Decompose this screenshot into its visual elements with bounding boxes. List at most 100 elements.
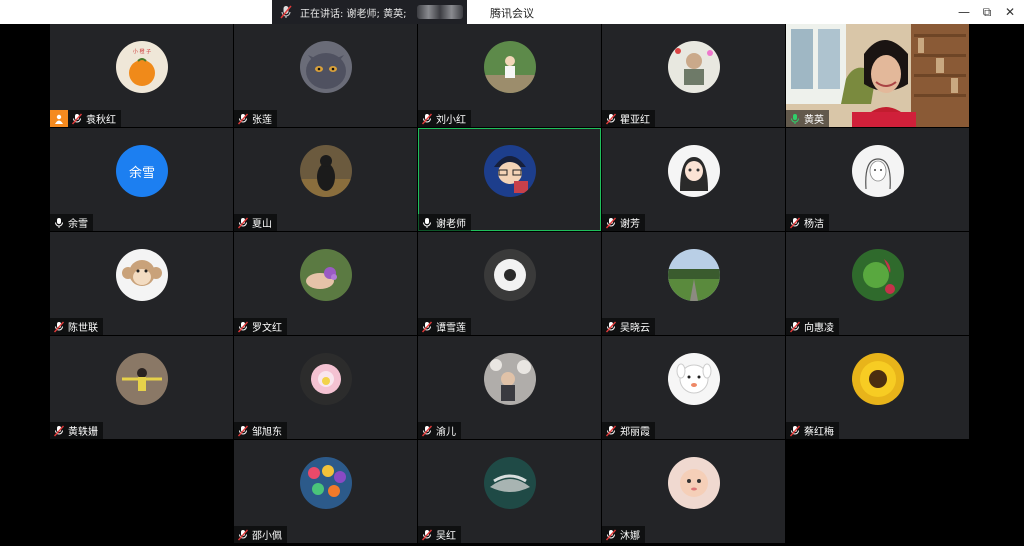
host-icon [50,110,68,127]
muted-mic-icon [237,113,249,125]
muted-mic-icon [421,113,433,125]
participant-tile[interactable]: 谢芳 [602,128,785,231]
speaking-indicator: 正在讲话: 谢老师; 黄英; [272,0,467,24]
name-tag: 余雪 [50,214,93,231]
participant-name: 谢老师 [436,219,466,230]
muted-mic-icon [237,425,249,437]
avatar [852,353,904,405]
name-tag: 陈世联 [50,318,103,335]
mic-icon [53,217,65,229]
avatar [668,249,720,301]
avatar [852,249,904,301]
avatar [668,145,720,197]
muted-mic-icon [53,425,65,437]
participant-name: 刘小红 [436,115,466,126]
participant-tile[interactable]: 蔡红梅 [786,336,969,439]
muted-mic-icon [605,425,617,437]
close-button[interactable]: ✕ [1002,4,1018,20]
participant-tile[interactable]: 瞿亚红 [602,24,785,127]
participant-name: 邹旭东 [252,427,282,438]
participant-name: 余雪 [68,219,88,230]
participant-name: 瞿亚红 [620,115,650,126]
participant-tile[interactable]: 杨洁 [786,128,969,231]
participant-name: 吴晓云 [620,323,650,334]
participant-tile[interactable]: 郑丽霞 [602,336,785,439]
avatar [116,353,168,405]
name-tag: 向惠凌 [786,318,839,335]
avatar [300,145,352,197]
avatar [484,457,536,509]
name-tag: 黄英 [786,110,829,127]
muted-mic-icon [421,321,433,333]
app-title: 腾讯会议 [490,7,534,20]
avatar [484,249,536,301]
name-tag: 谢芳 [602,214,645,231]
participant-name: 谢芳 [620,219,640,230]
avatar [300,457,352,509]
avatar [300,41,352,93]
blurred-region [417,5,463,19]
name-tag: 瞿亚红 [602,110,655,127]
participant-tile[interactable]: 小 橙 子袁秋红 [50,24,233,127]
participant-tile[interactable]: 余雪 余雪 [50,128,233,231]
participant-tile[interactable]: 黄轶姗 [50,336,233,439]
participant-name: 向惠凌 [804,323,834,334]
participant-tile[interactable]: 黄英 [786,24,969,127]
participant-tile[interactable]: 罗文红 [234,232,417,335]
participant-tile[interactable]: 吴红 [418,440,601,543]
muted-mic-icon [71,113,83,125]
participant-name: 沐娜 [620,531,640,542]
name-tag: 罗文红 [234,318,287,335]
name-tag: 吴红 [418,526,461,543]
participant-name: 黄轶姗 [68,427,98,438]
name-tag: 袁秋红 [50,110,121,127]
title-bar: 正在讲话: 谢老师; 黄英; 腾讯会议 — ⧉ ✕ [0,0,1024,24]
participant-tile[interactable]: 吴晓云 [602,232,785,335]
muted-mic-icon [280,5,292,19]
name-tag: 蔡红梅 [786,422,839,439]
avatar [852,145,904,197]
restore-button[interactable]: ⧉ [979,4,995,20]
avatar [300,249,352,301]
avatar [484,145,536,197]
name-tag: 渝儿 [418,422,461,439]
name-tag: 张莲 [234,110,277,127]
participant-tile[interactable]: 陈世联 [50,232,233,335]
participant-name: 黄英 [804,115,824,126]
participant-name: 夏山 [252,219,272,230]
participant-name: 谭雪莲 [436,323,466,334]
muted-mic-icon [605,113,617,125]
participant-tile[interactable]: 邹旭东 [234,336,417,439]
participant-tile[interactable]: 张莲 [234,24,417,127]
muted-mic-icon [237,529,249,541]
participant-tile[interactable]: 刘小红 [418,24,601,127]
participant-grid: 小 橙 子袁秋红 张莲 刘小红 瞿亚红 黄英 余雪 余雪 夏山 谢老师 谢芳 杨洁 陈世联 罗文红 谭雪莲… [50,24,974,546]
participant-name: 蔡红梅 [804,427,834,438]
muted-mic-icon [237,321,249,333]
avatar [116,249,168,301]
avatar [668,353,720,405]
participant-name: 张莲 [252,115,272,126]
mic-icon [421,217,433,229]
name-tag: 沐娜 [602,526,645,543]
name-tag: 吴晓云 [602,318,655,335]
participant-name: 袁秋红 [86,115,116,126]
participant-tile[interactable]: 谭雪莲 [418,232,601,335]
speaking-text: 正在讲话: 谢老师; 黄英; [300,8,407,20]
participant-tile[interactable]: 沐娜 [602,440,785,543]
svg-text:小 橙 子: 小 橙 子 [133,48,151,55]
name-tag: 夏山 [234,214,277,231]
muted-mic-icon [605,529,617,541]
name-tag: 邵小佩 [234,526,287,543]
participant-tile[interactable]: 渝儿 [418,336,601,439]
avatar [668,457,720,509]
participant-name: 郑丽霞 [620,427,650,438]
participant-tile[interactable]: 夏山 [234,128,417,231]
participant-name: 渝儿 [436,427,456,438]
participant-tile[interactable]: 向惠凌 [786,232,969,335]
participant-tile[interactable]: 谢老师 [418,128,601,231]
participant-tile[interactable]: 邵小佩 [234,440,417,543]
muted-mic-icon [421,425,433,437]
muted-mic-icon [605,217,617,229]
minimize-button[interactable]: — [956,4,972,20]
